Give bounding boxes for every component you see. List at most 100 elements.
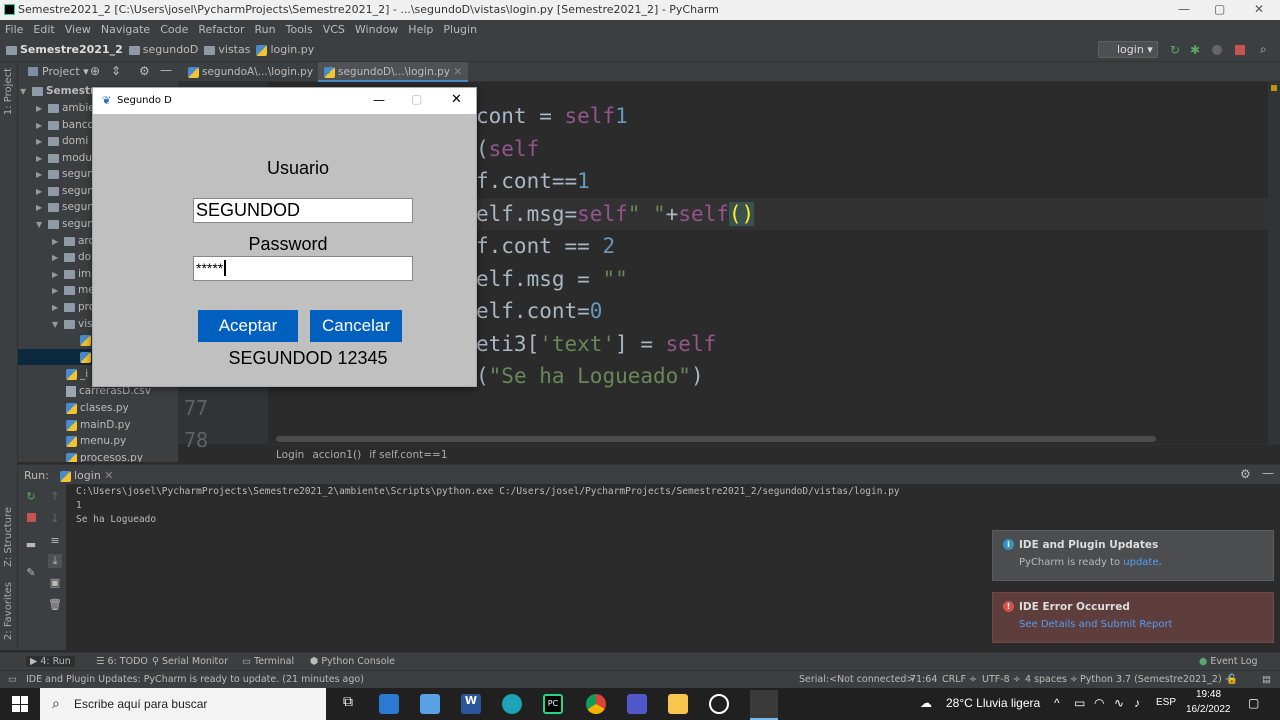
breadcrumb-segundod[interactable]: segundoD: [128, 43, 198, 56]
favorites-tool-label[interactable]: 2: Favorites: [3, 582, 14, 640]
tool-tab-event-log[interactable]: ● Event Log: [1199, 656, 1258, 667]
chrome-icon[interactable]: [586, 694, 606, 714]
tree-root[interactable]: ▼ Semestre: [20, 83, 102, 99]
tree-item[interactable]: clases.py: [66, 400, 129, 416]
minimize-icon[interactable]: —: [1178, 2, 1190, 16]
menu-file[interactable]: File: [0, 23, 28, 36]
tree-item[interactable]: ▶ segun: [36, 183, 94, 199]
scroll-to-end-icon[interactable]: ⤓: [48, 554, 62, 568]
status-interpreter[interactable]: Python 3.7 (Semestre2021_2) ÷: [1080, 674, 1233, 685]
horizontal-scrollbar[interactable]: [276, 436, 1156, 442]
tree-item[interactable]: ▶ im: [52, 266, 91, 282]
tree-item[interactable]: procesos.py: [66, 450, 143, 462]
up-arrow-icon[interactable]: ↑: [48, 490, 62, 504]
volume-icon[interactable]: ♪: [1134, 696, 1140, 710]
tab-close-icon[interactable]: ✕: [453, 66, 462, 78]
wifi-icon[interactable]: ◠: [1094, 696, 1104, 710]
structure-tool-label[interactable]: Z: Structure: [3, 507, 14, 567]
run-tab-login[interactable]: login ✕: [60, 469, 114, 482]
explorer-icon[interactable]: [668, 694, 688, 714]
status-line-separator[interactable]: CRLF ÷: [942, 674, 977, 685]
menu-edit[interactable]: Edit: [28, 23, 59, 36]
project-view-select[interactable]: Project ▾: [42, 65, 89, 78]
tab-close-icon[interactable]: ✕: [104, 469, 113, 482]
action-center-icon[interactable]: ▢: [1248, 696, 1259, 710]
tree-item[interactable]: ▶ ambie: [36, 100, 95, 116]
status-toggle-icon[interactable]: ▭: [8, 674, 17, 685]
status-message[interactable]: IDE and Plugin Updates: PyCharm is ready…: [26, 674, 364, 685]
tool-tab-todo[interactable]: ☰ 6: TODO: [96, 656, 148, 667]
charging-icon[interactable]: ∿: [1114, 696, 1124, 710]
settings-gear-icon[interactable]: ⚙: [1240, 467, 1251, 481]
run-config-select[interactable]: login ▾: [1098, 41, 1158, 58]
taskbar-search[interactable]: ⌕ Escribe aquí para buscar: [40, 688, 326, 720]
rerun-icon[interactable]: ↻: [24, 490, 38, 504]
weather-text[interactable]: 28°C Lluvia ligera: [946, 696, 1040, 710]
down-arrow-icon[interactable]: ↓: [48, 512, 62, 526]
tab-segundoa-login[interactable]: segundoA\...\login.py ✕: [182, 62, 331, 82]
tree-item[interactable]: ▶ me: [52, 282, 95, 298]
tree-item[interactable]: ▶ domi: [36, 133, 88, 149]
tree-item[interactable]: ▶ do: [52, 249, 91, 265]
crumb-method[interactable]: accion1(): [312, 449, 361, 461]
update-link[interactable]: update: [1123, 557, 1158, 568]
search-everywhere-icon[interactable]: ⌕: [1260, 42, 1267, 57]
tree-item[interactable]: ▼ vis: [52, 316, 93, 332]
tree-item[interactable]: ▼ segun: [36, 216, 94, 232]
dialog-close-icon[interactable]: ✕: [451, 92, 462, 107]
status-encoding[interactable]: UTF-8 ÷: [982, 674, 1021, 685]
usuario-input[interactable]: SEGUNDOD: [193, 198, 413, 223]
breadcrumb-vistas[interactable]: vistas: [204, 43, 250, 56]
debug-icon[interactable]: ✱: [1190, 43, 1200, 57]
tool-tab-run[interactable]: ▶ 4: Run: [26, 656, 75, 667]
tree-item[interactable]: menu.py: [66, 433, 126, 449]
menu-help[interactable]: Help: [403, 23, 438, 36]
crumb-class[interactable]: Login: [276, 449, 304, 461]
crumb-statement[interactable]: if self.cont==1: [369, 449, 447, 461]
dialog-minimize-icon[interactable]: —: [373, 93, 385, 107]
project-tool-label[interactable]: 1: Project: [3, 68, 14, 115]
tree-item[interactable]: _i: [66, 366, 88, 382]
tool-tab-terminal[interactable]: ▭ Terminal: [242, 656, 294, 667]
tree-item[interactable]: mainD.py: [66, 417, 131, 433]
python-icon[interactable]: [750, 690, 778, 720]
menu-view[interactable]: View: [60, 23, 96, 36]
menu-code[interactable]: Code: [155, 23, 193, 36]
menu-navigate[interactable]: Navigate: [96, 23, 155, 36]
lock-icon[interactable]: 🔓: [1226, 674, 1238, 685]
status-caret-position[interactable]: 71:64: [910, 674, 937, 685]
cancelar-button[interactable]: Cancelar: [310, 310, 402, 342]
print-icon[interactable]: ▣: [48, 576, 62, 590]
language-indicator[interactable]: ESP: [1156, 697, 1176, 708]
layout-icon[interactable]: ▬: [24, 538, 38, 552]
tree-item[interactable]: ▶ modu: [36, 150, 92, 166]
obs-icon[interactable]: [709, 694, 729, 714]
pycharm-icon[interactable]: PC: [543, 694, 563, 714]
stop-icon[interactable]: [24, 512, 38, 526]
see-details-link[interactable]: See Details and Submit Report: [1019, 619, 1172, 630]
tree-item[interactable]: ▶ segun: [36, 166, 94, 182]
maximize-icon[interactable]: ▢: [1214, 2, 1225, 16]
soft-wrap-icon[interactable]: ≡: [48, 534, 62, 548]
breadcrumb-project[interactable]: Semestre2021_2: [6, 43, 123, 56]
notifications-icon[interactable]: ▤: [1262, 674, 1271, 685]
hide-panel-icon[interactable]: —: [1262, 466, 1274, 480]
menu-run[interactable]: Run: [250, 23, 281, 36]
tool-tab-python-console[interactable]: ⬢ Python Console: [310, 656, 395, 667]
word-icon[interactable]: W: [461, 694, 481, 714]
close-icon[interactable]: ✕: [1254, 2, 1264, 16]
profile-icon[interactable]: [1212, 45, 1222, 55]
stop-icon[interactable]: [1235, 45, 1245, 55]
tree-item[interactable]: ▶ banco: [36, 117, 94, 133]
hide-panel-icon[interactable]: —: [160, 63, 172, 77]
tray-chevron-icon[interactable]: ^: [1054, 696, 1060, 710]
clock-time[interactable]: 19:48: [1196, 689, 1221, 700]
rerun-icon[interactable]: ↻: [1170, 43, 1180, 57]
task-view-icon[interactable]: ⧉: [338, 694, 358, 714]
password-input[interactable]: *****: [193, 256, 413, 281]
menu-refactor[interactable]: Refactor: [193, 23, 249, 36]
status-serial[interactable]: Serial:<Not connected>: [799, 674, 914, 685]
tab-segundod-login[interactable]: segundoD\...\login.py ✕: [318, 62, 469, 82]
dialog-maximize-icon[interactable]: ▢: [411, 92, 422, 106]
status-indent[interactable]: 4 spaces ÷: [1025, 674, 1078, 685]
